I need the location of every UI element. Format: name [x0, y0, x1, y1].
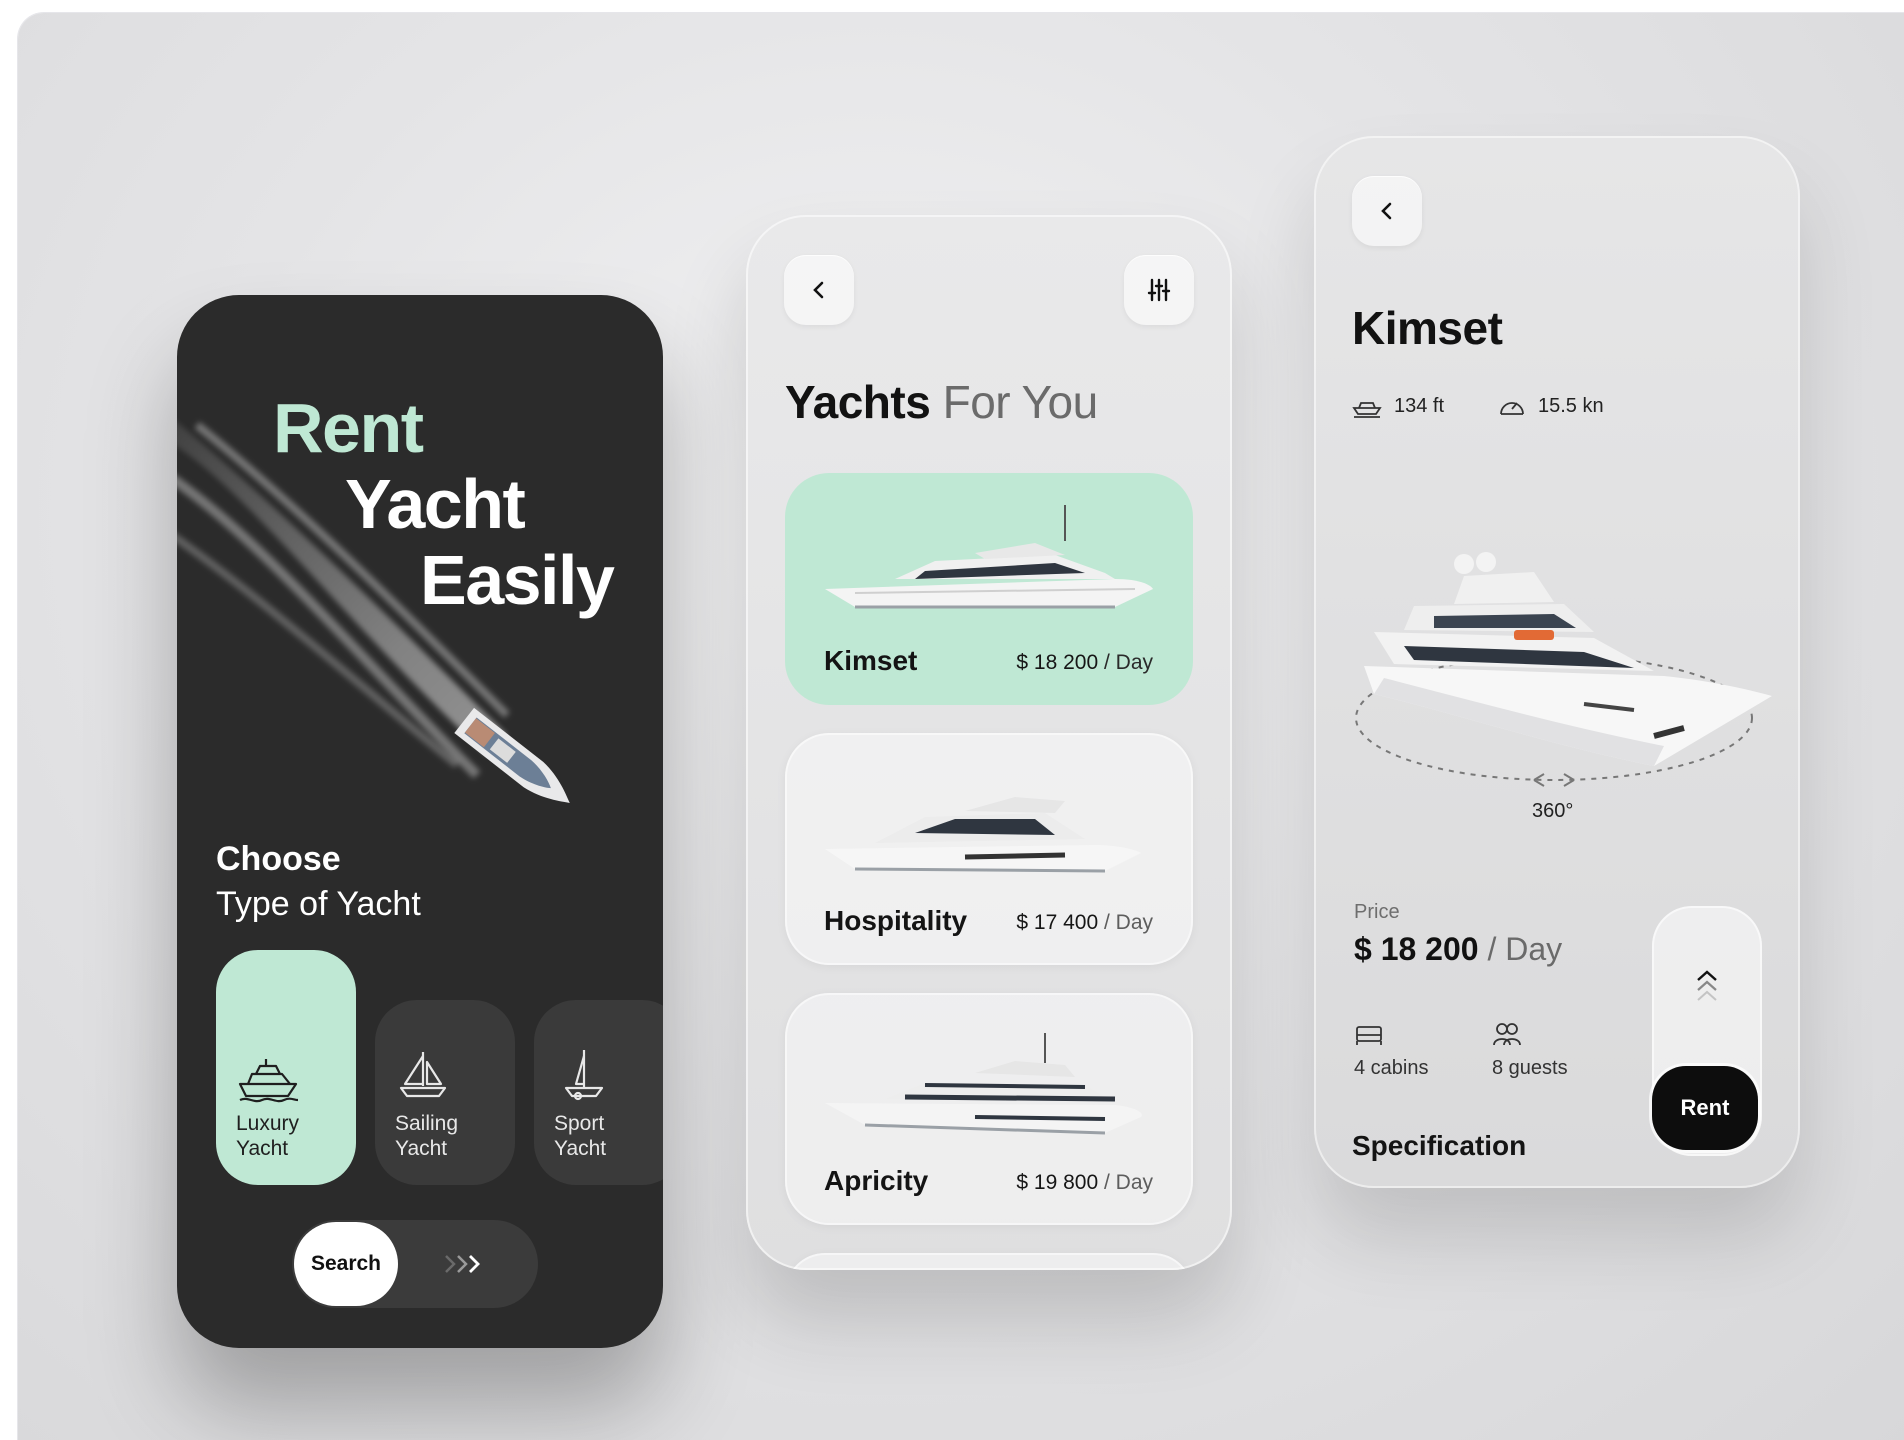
sailboat-icon: [399, 1052, 447, 1098]
specification-heading: Specification: [1352, 1130, 1527, 1161]
speed-spec: 15.5 kn: [1498, 394, 1604, 418]
choose-heading-line2: Type of Yacht: [216, 885, 421, 923]
yacht-name: Kimset: [824, 645, 918, 676]
type-card-sailing[interactable]: Sailing Yacht: [375, 1000, 515, 1185]
hero-title-line3: Easily: [420, 541, 615, 619]
type-label-line1: Sport: [554, 1112, 605, 1135]
bed-icon: [1356, 1026, 1382, 1045]
sport-yacht-icon: [564, 1050, 604, 1101]
back-button[interactable]: [1352, 176, 1422, 246]
chevron-left-icon: [813, 281, 824, 299]
length-value: 134 ft: [1394, 394, 1445, 417]
yacht-name: Apricity: [824, 1165, 929, 1196]
price-amount: $ 18 200: [1354, 931, 1479, 967]
cabins-info: 4 cabins: [1354, 1021, 1429, 1080]
yacht-price: $ 19 800 / Day: [1016, 1171, 1153, 1195]
yacht-card-apricity[interactable]: Apricity $ 19 800 / Day: [785, 993, 1193, 1225]
yacht-image: [825, 1033, 1142, 1135]
yacht-price-value: $ 19 800: [1016, 1171, 1099, 1194]
yacht-card-partial[interactable]: [785, 1253, 1193, 1270]
type-label-line2: Yacht: [395, 1137, 448, 1160]
type-label-line1: Luxury: [236, 1112, 300, 1135]
yacht-price-value: $ 17 400: [1016, 911, 1099, 934]
hero-title-line1: Rent: [273, 389, 424, 467]
home-screen: Rent Yacht Easily Choose Type of Yacht L…: [177, 295, 663, 1348]
chevrons-right-icon: [442, 1246, 486, 1287]
cabins-value: 4 cabins: [1354, 1057, 1429, 1079]
rotation-label: 360°: [1532, 800, 1574, 822]
search-button[interactable]: Search: [294, 1222, 398, 1306]
hero-title-line2: Yacht: [345, 465, 526, 543]
yacht-card-hospitality[interactable]: Hospitality $ 17 400 / Day: [785, 733, 1193, 965]
yacht-list-screen: Yachts For You Kimset $ 18 200 / Day Hos…: [746, 215, 1232, 1270]
search-slider[interactable]: Search: [292, 1220, 538, 1308]
type-card-label: Luxury Yacht: [236, 1111, 299, 1161]
yacht-image: [825, 505, 1153, 609]
sliders-icon: [1147, 278, 1171, 302]
type-label-line1: Sailing: [395, 1112, 459, 1135]
rent-button[interactable]: Rent: [1652, 1066, 1758, 1150]
chevron-left-icon: [1381, 202, 1392, 220]
canvas-background: Rent Yacht Easily Choose Type of Yacht L…: [18, 13, 1904, 1440]
price-value: $ 18 200 / Day: [1354, 931, 1562, 968]
yacht-price-unit: / Day: [1103, 1171, 1153, 1194]
luxury-yacht-icon: [238, 1059, 299, 1103]
yacht-image: [825, 797, 1141, 873]
guests-icon: [1493, 1023, 1521, 1046]
yacht-3d-image: [1355, 552, 1772, 787]
type-card-luxury[interactable]: Luxury Yacht: [216, 950, 356, 1185]
type-label-line2: Yacht: [236, 1137, 289, 1160]
speedometer-icon: [1500, 402, 1524, 415]
guests-value: 8 guests: [1492, 1057, 1568, 1079]
type-card-label: Sport Yacht: [554, 1111, 606, 1161]
chevrons-up-icon: [1697, 970, 1717, 1001]
yacht-price-unit: / Day: [1103, 911, 1153, 934]
guests-info: 8 guests: [1492, 1021, 1568, 1080]
yacht-detail-screen: Kimset 134 ft 15.5 kn 360° Price $ 18 20…: [1314, 136, 1800, 1188]
back-button[interactable]: [784, 255, 854, 325]
yacht-title: Kimset: [1352, 302, 1503, 354]
type-card-label: Sailing Yacht: [395, 1111, 458, 1161]
yacht-price: $ 18 200 / Day: [1016, 651, 1153, 675]
speed-value: 15.5 kn: [1538, 394, 1604, 417]
boat-length-icon: [1352, 402, 1382, 418]
length-spec: 134 ft: [1352, 394, 1444, 418]
yacht-price: $ 17 400 / Day: [1016, 911, 1153, 935]
yacht-card-kimset[interactable]: Kimset $ 18 200 / Day: [785, 473, 1193, 705]
choose-heading-line1: Choose: [216, 840, 341, 878]
page-title-rest: For You: [942, 376, 1099, 428]
choose-type-heading: Choose Type of Yacht: [216, 840, 421, 924]
price-label: Price: [1354, 901, 1400, 923]
page-title: Yachts For You: [785, 375, 1098, 429]
page-title-bold: Yachts: [785, 376, 931, 428]
type-card-sport[interactable]: Sport Yacht: [534, 1000, 663, 1185]
filter-button[interactable]: [1124, 255, 1194, 325]
type-label-line2: Yacht: [554, 1137, 607, 1160]
price-unit: / Day: [1487, 931, 1563, 967]
yacht-price-value: $ 18 200: [1016, 651, 1099, 674]
yacht-price-unit: / Day: [1103, 651, 1153, 674]
yacht-name: Hospitality: [824, 905, 968, 936]
